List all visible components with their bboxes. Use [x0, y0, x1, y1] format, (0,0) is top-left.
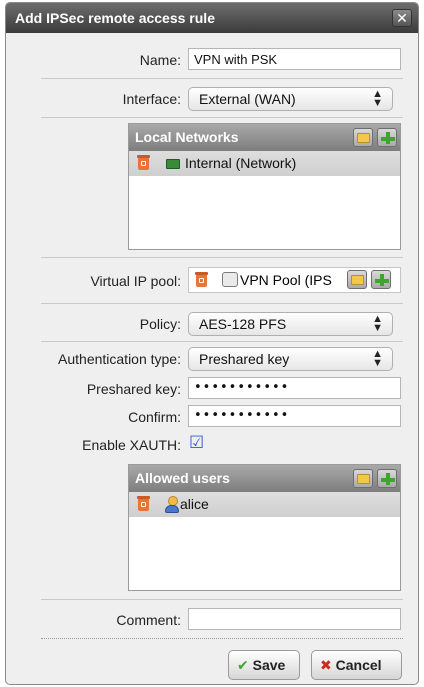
delete-icon[interactable]: [195, 272, 208, 287]
policy-select-value: AES-128 PFS: [199, 316, 287, 332]
add-icon[interactable]: [377, 128, 397, 147]
confirm-label: Confirm:: [128, 409, 181, 425]
save-icon: ✔: [237, 658, 249, 674]
cancel-button[interactable]: ✖ Cancel: [311, 650, 402, 680]
folder-icon[interactable]: [353, 469, 373, 488]
interface-select-value: External (WAN): [199, 91, 296, 107]
divider: [41, 303, 403, 304]
user-icon: [165, 496, 179, 513]
cancel-icon: ✖: [320, 658, 332, 674]
local-networks-title: Local Networks: [135, 129, 239, 145]
auth-type-select-value: Preshared key: [199, 351, 290, 367]
ipsec-rule-dialog: Add IPSec remote access rule ✕ Name: VPN…: [5, 2, 419, 685]
divider: [41, 599, 403, 600]
delete-icon[interactable]: [137, 155, 150, 170]
name-label: Name:: [139, 52, 181, 68]
local-networks-panel: Local Networks Internal (Network): [128, 123, 401, 250]
auth-type-select[interactable]: Preshared key ▲ ▼: [188, 347, 393, 371]
select-arrows-icon: ▲ ▼: [372, 88, 383, 109]
xauth-label: Enable XAUTH:: [82, 437, 181, 453]
delete-icon[interactable]: [137, 496, 150, 511]
dialog-titlebar: Add IPSec remote access rule ✕: [6, 3, 418, 33]
virtual-ip-pool-label: Virtual IP pool:: [90, 273, 181, 289]
allowed-user-name: alice: [180, 496, 209, 512]
auth-type-label: Authentication type:: [58, 351, 181, 367]
xauth-checkbox[interactable]: ☑: [189, 433, 204, 453]
allowed-users-panel: Allowed users alice: [128, 464, 401, 591]
add-icon[interactable]: [371, 270, 391, 289]
interface-label: Interface:: [122, 91, 181, 107]
virtual-ip-pool-value: VPN Pool (IPS: [240, 272, 332, 288]
confirm-input[interactable]: •••••••••••: [188, 405, 401, 427]
folder-icon[interactable]: [347, 270, 367, 289]
name-input[interactable]: VPN with PSK: [188, 48, 401, 70]
add-icon[interactable]: [377, 469, 397, 488]
comment-input[interactable]: [188, 608, 401, 630]
close-icon[interactable]: ✕: [392, 9, 412, 27]
divider: [41, 341, 403, 342]
ip-pool-icon: [222, 272, 238, 287]
interface-select[interactable]: External (WAN) ▲ ▼: [188, 87, 393, 111]
divider: [41, 257, 403, 258]
preshared-key-input[interactable]: •••••••••••: [188, 377, 401, 399]
comment-label: Comment:: [116, 612, 181, 628]
local-network-name: Internal (Network): [185, 155, 297, 171]
network-icon: [166, 159, 180, 169]
list-item[interactable]: Internal (Network): [129, 151, 400, 176]
policy-label: Policy:: [139, 316, 181, 332]
folder-icon[interactable]: [353, 128, 373, 147]
select-arrows-icon: ▲ ▼: [372, 348, 383, 369]
policy-select[interactable]: AES-128 PFS ▲ ▼: [188, 312, 393, 336]
divider: [41, 638, 403, 639]
allowed-users-title: Allowed users: [135, 470, 230, 486]
select-arrows-icon: ▲ ▼: [372, 313, 383, 334]
list-item[interactable]: alice: [129, 492, 400, 517]
allowed-users-header: Allowed users: [129, 465, 400, 492]
divider: [41, 78, 403, 79]
preshared-key-label: Preshared key:: [86, 381, 181, 397]
save-button[interactable]: ✔ Save: [228, 650, 300, 680]
dialog-title: Add IPSec remote access rule: [15, 10, 215, 26]
save-label: Save: [252, 657, 286, 673]
local-networks-header: Local Networks: [129, 124, 400, 151]
virtual-ip-pool-field[interactable]: VPN Pool (IPS: [188, 267, 401, 293]
cancel-label: Cancel: [335, 657, 382, 673]
divider: [41, 117, 403, 118]
